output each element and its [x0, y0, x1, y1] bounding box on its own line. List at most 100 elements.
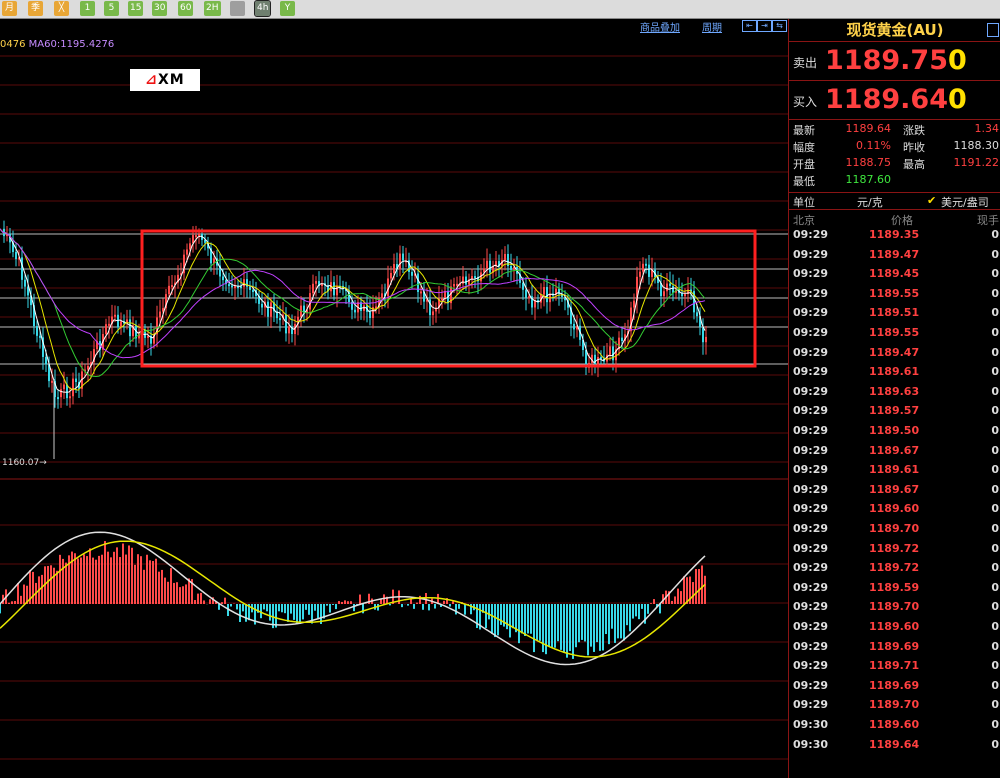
sell-row: 卖出 1189.750 — [789, 42, 1000, 81]
candle-body — [510, 266, 512, 270]
tick-row: 09:29 1189.55 0 — [789, 287, 1000, 307]
candle-body — [252, 289, 254, 292]
zoom-in-icon[interactable]: ⇥ — [757, 20, 772, 32]
tick-qty: 0 — [991, 522, 999, 535]
period-custom-button[interactable]: ╳ — [54, 1, 69, 16]
candle-body — [381, 293, 383, 299]
candle-body — [504, 253, 506, 261]
candle-body — [57, 397, 59, 400]
candle-body — [279, 318, 281, 321]
scroll-icon[interactable]: ⇆ — [772, 20, 787, 32]
tick-price: 1189.72 — [869, 541, 920, 555]
tick-time: 09:29 — [793, 267, 829, 281]
tick-time: 09:29 — [793, 247, 829, 261]
tick-price: 1189.70 — [869, 600, 920, 614]
period-2h-button[interactable]: 2H — [204, 1, 221, 16]
tick-time: 09:29 — [793, 424, 829, 437]
candle-body — [489, 260, 491, 273]
currency-toggle[interactable]: 美元/盎司 — [941, 194, 989, 210]
period-link[interactable]: 周期 — [702, 19, 722, 34]
unit-row: 单位 元/克 ✔ 美元/盎司 — [789, 193, 1000, 210]
tick-row: 09:29 1189.45 0 — [789, 267, 1000, 287]
tick-time: 09:29 — [793, 306, 829, 320]
tick-price: 1189.70 — [869, 698, 920, 712]
tick-time: 09:30 — [793, 737, 829, 751]
tick-time: 09:29 — [793, 698, 829, 712]
tick-price: 1189.50 — [869, 424, 920, 437]
candle-body — [705, 336, 707, 343]
buy-label: 买入 — [793, 95, 818, 109]
latest-label: 最新 — [793, 124, 815, 137]
tick-row: 09:29 1189.51 0 — [789, 306, 1000, 326]
tick-row: 09:29 1189.72 0 — [789, 561, 1000, 581]
period-month-button[interactable]: 月 — [2, 1, 17, 16]
tick-row: 09:30 1189.64 0 — [789, 738, 1000, 758]
period-3h-button[interactable] — [230, 1, 245, 16]
period-30m-button[interactable]: 30 — [152, 1, 168, 16]
candle-body — [525, 289, 527, 298]
candle-body — [63, 384, 65, 390]
tick-row: 09:29 1189.60 0 — [789, 502, 1000, 522]
period-5m-button[interactable]: 5 — [104, 1, 119, 16]
kline-chart[interactable]: 0476 MA60:1195.4276 商品叠加 周期 ⇤ ⇥ ⇆ ⊿XM 11… — [0, 19, 788, 778]
period-60m-button[interactable]: 60 — [178, 1, 194, 16]
tick-qty: 0 — [991, 502, 999, 516]
tick-row: 09:29 1189.60 0 — [789, 620, 1000, 640]
tick-time: 09:29 — [793, 326, 829, 339]
period-year-button[interactable]: Y — [280, 1, 295, 16]
period-1m-button[interactable]: 1 — [80, 1, 95, 16]
candle-body — [528, 296, 530, 299]
tick-qty: 0 — [991, 365, 999, 379]
tick-price: 1189.60 — [869, 718, 920, 731]
low-price-label: 1160.07→ — [2, 458, 47, 468]
candle-body — [639, 271, 641, 277]
candle-body — [114, 314, 116, 317]
candle-body — [15, 251, 17, 260]
tick-qty: 0 — [991, 541, 999, 555]
open-value: 1188.75 — [845, 156, 892, 169]
tick-row: 09:29 1189.72 0 — [789, 542, 1000, 562]
quote-panel: 现货黄金(AU) 卖出 1189.750 买入 1189.640 最新 1189… — [788, 19, 1000, 778]
tick-price: 1189.61 — [869, 463, 920, 477]
tick-row: 09:29 1189.61 0 — [789, 463, 1000, 483]
candle-body — [399, 253, 401, 270]
candle-body — [453, 283, 455, 287]
period-quarter-button[interactable]: 季 — [28, 1, 43, 16]
period-4h-button[interactable]: 4h — [253, 0, 272, 17]
unit-value[interactable]: 元/克 — [857, 194, 883, 210]
col-qty: 现手 — [977, 214, 999, 227]
tick-time: 09:29 — [793, 384, 829, 398]
tick-qty: 0 — [991, 286, 999, 300]
candle-body — [621, 337, 623, 342]
overlay-link[interactable]: 商品叠加 — [640, 19, 680, 34]
tick-row: 09:29 1189.69 0 — [789, 640, 1000, 660]
panel-toggle-icon[interactable] — [987, 23, 999, 37]
tick-time: 09:29 — [793, 228, 829, 241]
candle-body — [168, 285, 170, 295]
candle-body — [648, 264, 650, 277]
candle-body — [462, 276, 464, 284]
tick-time: 09:29 — [793, 639, 829, 653]
zoom-out-icon[interactable]: ⇤ — [742, 20, 757, 32]
tick-qty: 0 — [991, 561, 999, 575]
tick-row: 09:29 1189.70 0 — [789, 522, 1000, 542]
candle-body — [432, 311, 434, 316]
period-15m-button[interactable]: 15 — [128, 1, 144, 16]
candle-body — [474, 276, 476, 279]
tick-price: 1189.61 — [869, 365, 920, 379]
tick-price: 1189.51 — [869, 306, 920, 320]
open-label: 开盘 — [793, 158, 815, 171]
tick-row: 09:29 1189.67 0 — [789, 483, 1000, 503]
symbol-title: 现货黄金(AU) — [789, 19, 1000, 42]
tick-time: 09:29 — [793, 365, 829, 379]
candle-body — [354, 309, 356, 313]
ma-legend: 0476 MA60:1195.4276 — [0, 39, 114, 50]
tick-price: 1189.59 — [869, 580, 920, 594]
candle-body — [666, 283, 668, 292]
candle-body — [105, 324, 107, 335]
tick-qty: 0 — [991, 600, 999, 614]
tick-row: 09:29 1189.55 0 — [789, 326, 1000, 346]
candle-body — [45, 356, 47, 365]
candle-body — [270, 302, 272, 317]
tick-qty: 0 — [991, 639, 999, 653]
